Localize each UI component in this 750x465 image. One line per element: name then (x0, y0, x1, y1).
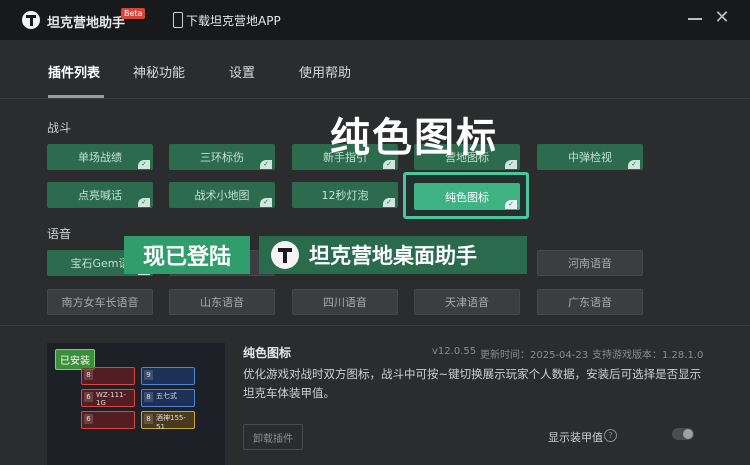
title-bar: 坦克营地助手 Beta 下载坦克营地APP ✕ (0, 0, 750, 40)
section-voice-label: 语音 (47, 227, 72, 241)
plugin-voice-guangdong[interactable]: 广东语音 (537, 289, 643, 315)
section-battle-label: 战斗 (47, 121, 72, 135)
preview-card: 8 五七式 (141, 389, 195, 407)
overlay-big-title: 纯色图标 (330, 115, 498, 161)
beta-badge: Beta (121, 8, 146, 19)
tab-mystery-features[interactable]: 神秘功能 (133, 62, 185, 81)
tank-logo-icon (271, 241, 299, 269)
plugin-voice-southern-female[interactable]: 南方女车长语音 (47, 289, 153, 315)
plugin-version: v12.0.55 (432, 346, 477, 357)
plugin-voice-shandong[interactable]: 山东语音 (169, 289, 275, 315)
plugin-description: 优化游戏对战时双方图标，战斗中可按~键切换展示玩家个人数据，安装后可选择是否显示… (243, 367, 702, 400)
plugin-supported-version: 支持游戏版本：1.28.1.0 (592, 350, 704, 361)
plugin-voice-sichuan[interactable]: 四川语音 (292, 289, 398, 315)
plugin-tactical-minimap[interactable]: 战术小地图 (169, 182, 275, 208)
plugin-hit-inspect[interactable]: 中弹检视 (537, 144, 643, 170)
tier-icon: 6 (84, 414, 93, 424)
tier-icon: 8 (84, 370, 93, 380)
plugin-updated: 更新时间：2025-04-23 (480, 350, 589, 361)
plugin-spot-callout[interactable]: 点亮喊话 (47, 182, 153, 208)
active-tab-indicator (48, 95, 104, 98)
preview-card: 6 WZ-111-1G (81, 389, 135, 407)
uninstall-button[interactable]: 卸载插件 (243, 424, 303, 450)
plugin-single-battle-record[interactable]: 单场战绩 (47, 144, 153, 170)
plugin-solid-color-icon[interactable]: 纯色图标 (414, 183, 520, 210)
tank-logo-icon (22, 11, 40, 29)
plugin-12s-bulb[interactable]: 12秒灯泡 (292, 182, 398, 208)
tier-icon: 8 (144, 392, 153, 402)
brand-text: 坦克营地桌面助手 (309, 244, 477, 268)
minimize-button[interactable] (688, 18, 702, 20)
app-title: 坦克营地助手 (47, 16, 126, 31)
preview-card: 6 (81, 411, 135, 429)
preview-card: 8 酒神155-51 (141, 411, 195, 431)
plugin-detail-name: 纯色图标 (243, 346, 292, 360)
divider (0, 325, 750, 326)
plugin-voice-henan[interactable]: 河南语音 (537, 250, 643, 276)
close-button[interactable]: ✕ (712, 8, 732, 28)
tier-icon: 6 (84, 392, 93, 402)
preview-card: 8 (81, 367, 135, 385)
brand-banner: 坦克营地桌面助手 (259, 236, 527, 274)
plugin-three-ring-damage[interactable]: 三环标伤 (169, 144, 275, 170)
show-armor-toggle[interactable] (672, 428, 694, 440)
download-app-link[interactable]: 下载坦克营地APP (186, 12, 281, 29)
now-available-badge: 现已登陆 (124, 236, 250, 274)
tab-plugin-list[interactable]: 插件列表 (48, 62, 100, 81)
show-armor-label: 显示装甲值 (548, 431, 603, 444)
tier-icon: 9 (144, 370, 153, 380)
phone-icon (173, 12, 183, 28)
plugin-preview-image: 已安装 8 9 6 WZ-111-1G 8 五七式 6 8 酒神155-51 (47, 343, 225, 465)
tab-bar: 插件列表 神秘功能 设置 使用帮助 (0, 40, 750, 99)
help-icon[interactable]: ? (604, 429, 617, 442)
plugin-voice-tianjin[interactable]: 天津语音 (414, 289, 520, 315)
preview-card: 9 (141, 367, 195, 385)
tab-help[interactable]: 使用帮助 (299, 62, 351, 81)
tab-settings[interactable]: 设置 (229, 62, 255, 81)
tier-icon: 8 (144, 414, 153, 424)
